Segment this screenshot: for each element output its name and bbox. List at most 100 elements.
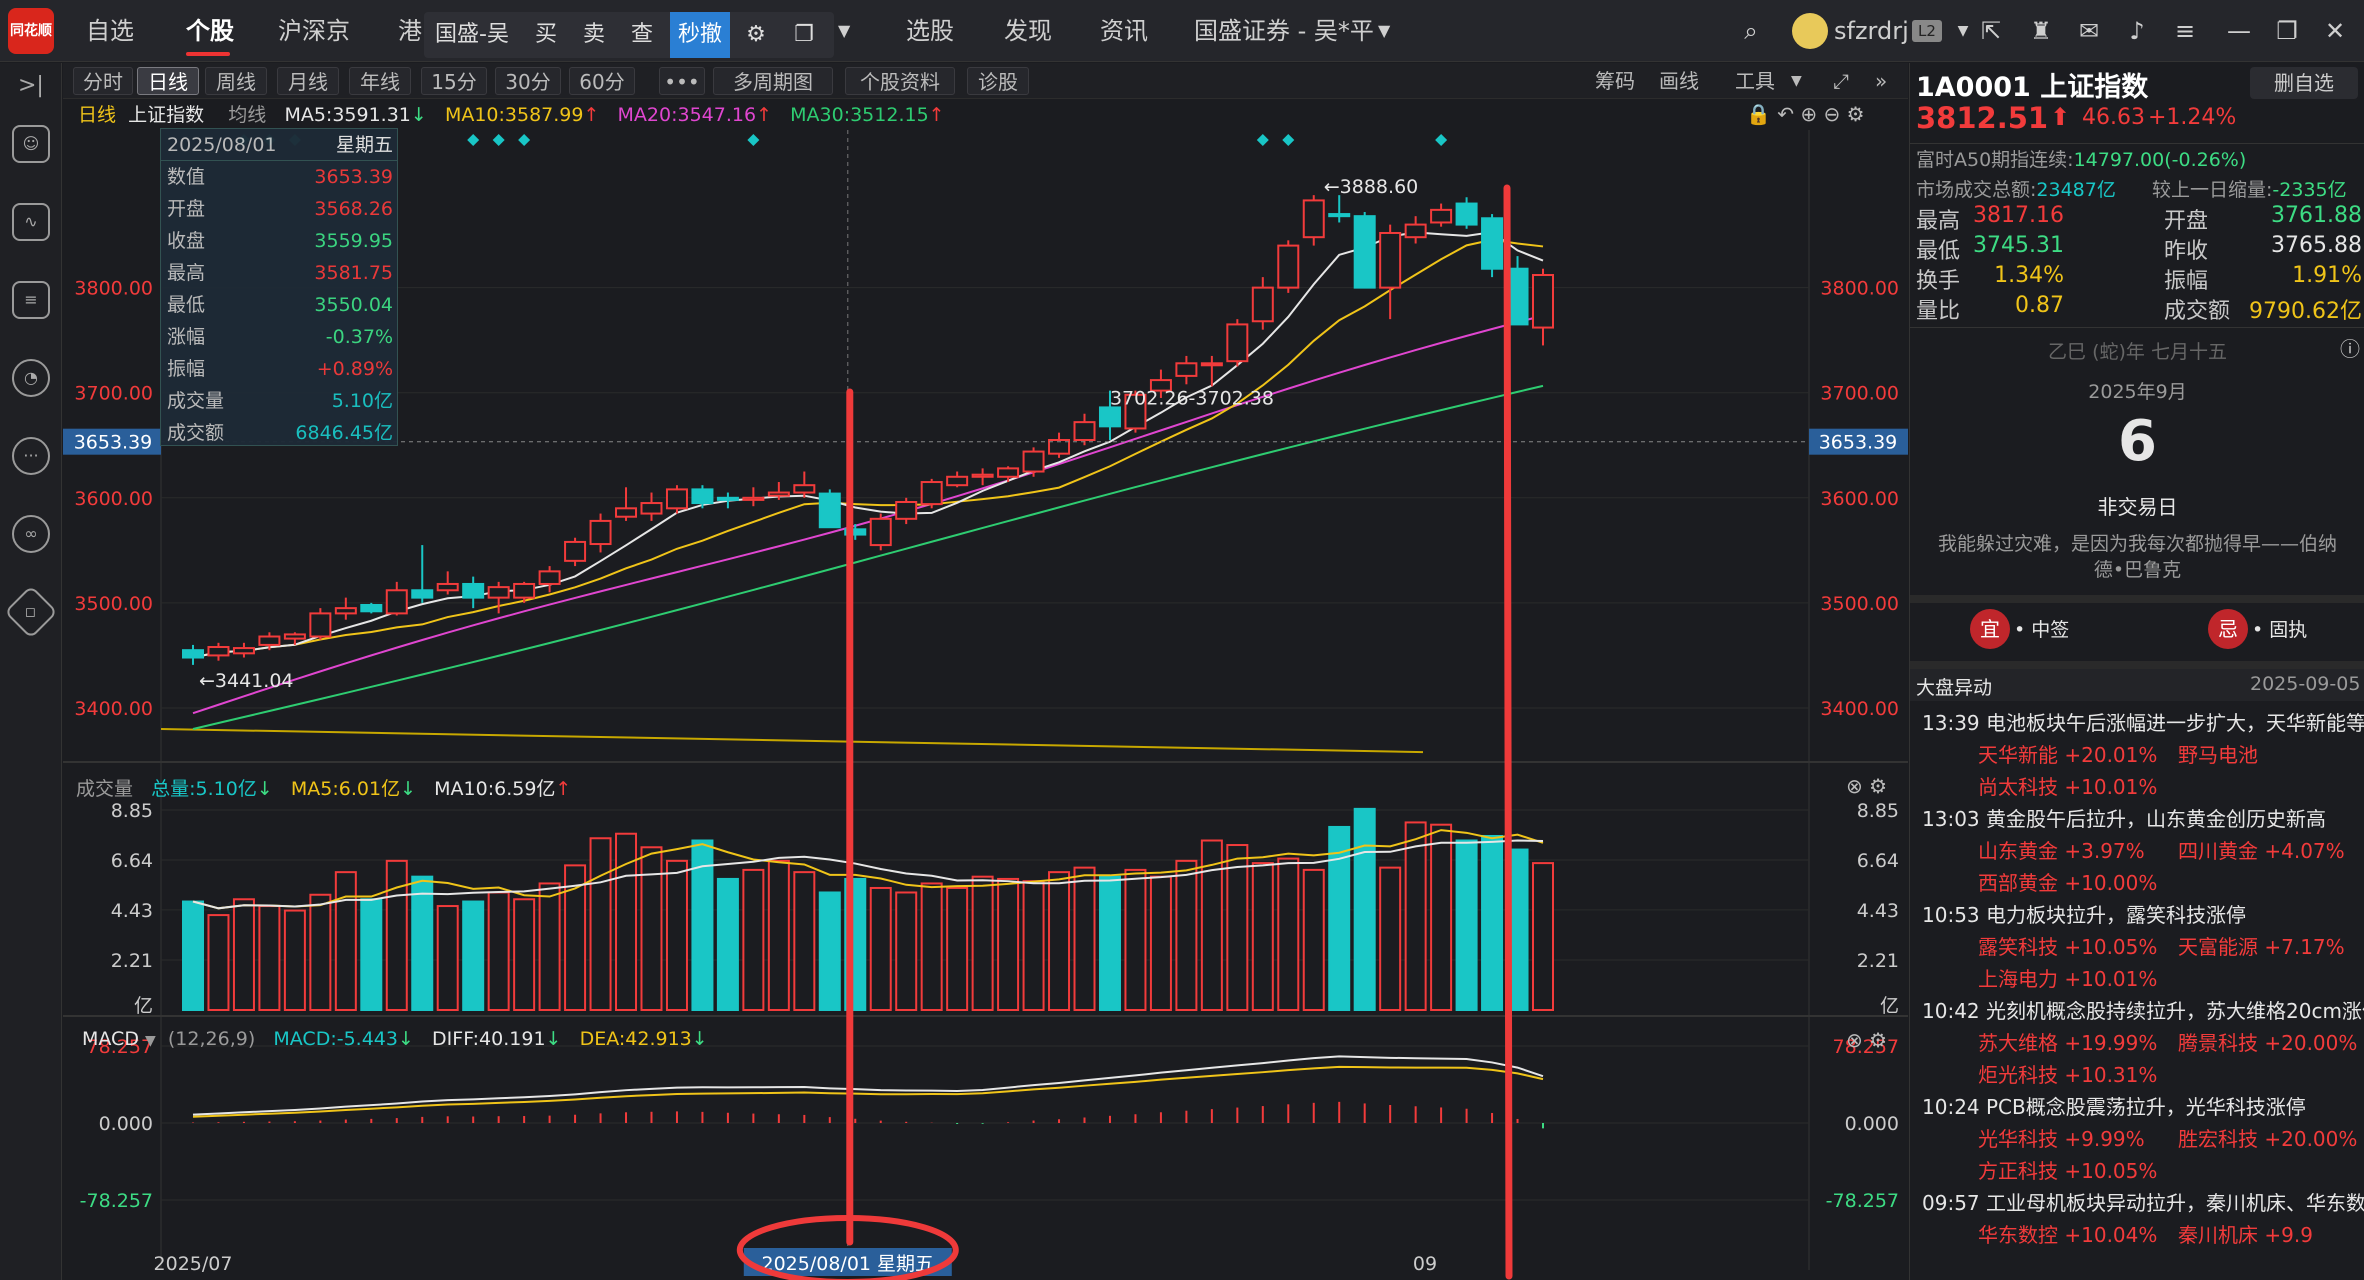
more-periods-button[interactable]: ••• [659, 67, 705, 95]
lock-icon[interactable]: 🔒 [1746, 102, 1771, 126]
volume-bar [462, 900, 485, 1012]
chevron-down-icon[interactable]: ▼ [1791, 67, 1802, 95]
draw-line-button[interactable]: 画线 [1659, 67, 1699, 95]
stock-name: 野马电池 [2178, 743, 2258, 767]
nav-stock-picker[interactable]: 选股 [906, 0, 966, 62]
gear-icon[interactable]: ⚙ [1847, 102, 1865, 126]
shirt-icon[interactable]: ♜ [2024, 14, 2058, 48]
close-icon[interactable]: ⊗ [1846, 774, 1863, 798]
tab-30min[interactable]: 30分 [495, 67, 561, 95]
chat-icon[interactable]: ··· [12, 437, 50, 475]
tab-monthly[interactable]: 月线 [277, 67, 339, 95]
news-stock[interactable]: 天华新能 +20.01% [1978, 739, 2157, 768]
tab-intraday[interactable]: 分时 [73, 67, 133, 95]
news-item[interactable]: 13:03 黄金股午后拉升，山东黄金创历史新高 [1922, 803, 2326, 832]
stock-info-button[interactable]: 个股资料 [845, 67, 955, 95]
news-stock[interactable]: 胜宏科技 +20.00% [2178, 1123, 2357, 1152]
news-stock[interactable]: 秦川机床 +9.9 [2178, 1219, 2313, 1248]
maximize-icon[interactable]: ❐ [2270, 14, 2304, 48]
news-item[interactable]: 10:53 电力板块拉升，露笑科技涨停 [1922, 899, 2246, 928]
broker-account-menu[interactable]: 国盛证券 - 吴*平 [1194, 0, 1404, 62]
buy-button[interactable]: 买 [524, 12, 568, 58]
collapse-icon[interactable]: >| [18, 73, 44, 98]
tab-daily[interactable]: 日线 [137, 67, 199, 95]
zoom-out-icon[interactable]: ⊖ [1824, 102, 1841, 126]
chevron-down-icon[interactable]: ▼ [1378, 0, 1398, 62]
news-stock[interactable]: 露笑科技 +10.05% [1978, 931, 2157, 960]
diagnose-button[interactable]: 诊股 [967, 67, 1029, 95]
news-time: 10:53 [1922, 903, 1980, 927]
mail-icon[interactable]: ✉ [2072, 14, 2106, 48]
compass-icon[interactable]: ◔ [12, 359, 50, 397]
undo-icon[interactable]: ↶ [1777, 102, 1794, 126]
news-item[interactable]: 10:24 PCB概念股震荡拉升，光华科技涨停 [1922, 1091, 2306, 1120]
close-icon[interactable]: ✕ [2318, 14, 2352, 48]
news-stock[interactable]: 方正科技 +10.05% [1978, 1155, 2157, 1184]
stock-change: +20.00% [2258, 1127, 2358, 1151]
menu-icon[interactable]: ≡ [2168, 14, 2202, 48]
macd-params: (12,26,9) [167, 1028, 256, 1050]
bell-icon[interactable]: ♪ [2120, 14, 2154, 48]
sell-button[interactable]: 卖 [572, 12, 616, 58]
export-icon[interactable]: ⇱ [1974, 14, 2008, 48]
news-stock[interactable]: 尚太科技 +10.01% [1978, 771, 2157, 800]
diamond-icon[interactable]: ◇ [4, 585, 58, 639]
news-item[interactable]: 13:39 电池板块午后涨幅进一步扩大，天华新能等涨 [1922, 707, 2364, 736]
tab-yearly[interactable]: 年线 [349, 67, 411, 95]
nav-hs-market[interactable]: 沪深京 [278, 0, 368, 62]
tools-menu-button[interactable]: 工具 [1735, 67, 1775, 95]
macd-label[interactable]: MACD [82, 1028, 139, 1050]
news-item[interactable]: 10:42 光刻机概念股持续拉升，苏大维格20cm涨停 [1922, 995, 2364, 1024]
avatar[interactable] [1792, 13, 1828, 49]
news-stock[interactable]: 山东黄金 +3.97% [1978, 835, 2145, 864]
zoom-in-icon[interactable]: ⊕ [1800, 102, 1817, 126]
news-stock[interactable]: 西部黄金 +10.00% [1978, 867, 2157, 896]
news-stock[interactable]: 光华科技 +9.99% [1978, 1123, 2145, 1152]
news-stock[interactable]: 炬光科技 +10.31% [1978, 1059, 2157, 1088]
chevron-down-icon[interactable]: ▼ [145, 1033, 156, 1049]
window-restore-icon[interactable]: ❐ [782, 12, 826, 58]
tab-15min[interactable]: 15分 [421, 67, 487, 95]
gear-icon[interactable]: ⚙ [1869, 774, 1887, 798]
nav-discover[interactable]: 发现 [1004, 0, 1064, 62]
minimize-icon[interactable]: — [2222, 14, 2256, 48]
news-stock[interactable]: 苏大维格 +19.99% [1978, 1027, 2157, 1056]
news-stock[interactable]: 天富能源 +7.17% [2178, 931, 2345, 960]
link-icon[interactable]: ∞ [12, 515, 50, 553]
ma-label[interactable]: 均线 [228, 104, 266, 126]
robot-icon[interactable]: ☺ [12, 125, 50, 163]
news-stock[interactable]: 四川黄金 +4.07% [2178, 835, 2345, 864]
candle-body [640, 502, 663, 515]
nav-watchlist[interactable]: 自选 [86, 0, 146, 62]
username[interactable]: sfzrdrj [1834, 0, 1914, 62]
tab-60min[interactable]: 60分 [569, 67, 635, 95]
nav-news[interactable]: 资讯 [1100, 0, 1160, 62]
fullscreen-icon[interactable]: ⤢ [1833, 67, 1849, 95]
news-stock[interactable]: 野马电池 [2178, 739, 2258, 768]
account-label[interactable]: 国盛-吴 [424, 12, 520, 58]
news-item[interactable]: 09:57 工业母机板块异动拉升，秦川机床、华东数控 [1922, 1187, 2364, 1216]
expand-right-icon[interactable]: » [1875, 67, 1887, 95]
tab-weekly[interactable]: 周线 [205, 67, 267, 95]
search-icon[interactable]: ⌕ [1734, 14, 1768, 48]
document-icon[interactable]: ≡ [12, 281, 50, 319]
settings-gear-icon[interactable]: ⚙ [734, 12, 778, 58]
monitor-icon[interactable]: ∿ [12, 203, 50, 241]
nav-stock[interactable]: 个股 [178, 0, 238, 62]
news-stock[interactable]: 腾景科技 +20.00% [2178, 1027, 2357, 1056]
info-icon[interactable]: ⓘ [2340, 333, 2360, 362]
news-stock[interactable]: 华东数控 +10.04% [1978, 1219, 2157, 1248]
dropdown-arrow-icon[interactable]: ▼ [838, 0, 858, 62]
chip-distribution-button[interactable]: 筹码 [1595, 67, 1635, 95]
volume-bar [1379, 866, 1402, 1012]
query-button[interactable]: 查 [620, 12, 664, 58]
news-stock[interactable]: 上海电力 +10.01% [1978, 963, 2157, 992]
app-logo[interactable]: 同花顺 [8, 8, 54, 54]
market-movement-title[interactable]: 大盘异动 [1916, 673, 1992, 700]
quick-cancel-button[interactable]: 秒撤 [670, 12, 730, 58]
remove-watchlist-button[interactable]: 删自选 [2250, 67, 2358, 99]
close-icon[interactable]: ⊗ [1846, 1028, 1863, 1052]
gear-icon[interactable]: ⚙ [1869, 1028, 1887, 1052]
daily-quote-line2: 德•巴鲁克 [2093, 559, 2182, 581]
multi-period-button[interactable]: 多周期图 [713, 67, 833, 95]
